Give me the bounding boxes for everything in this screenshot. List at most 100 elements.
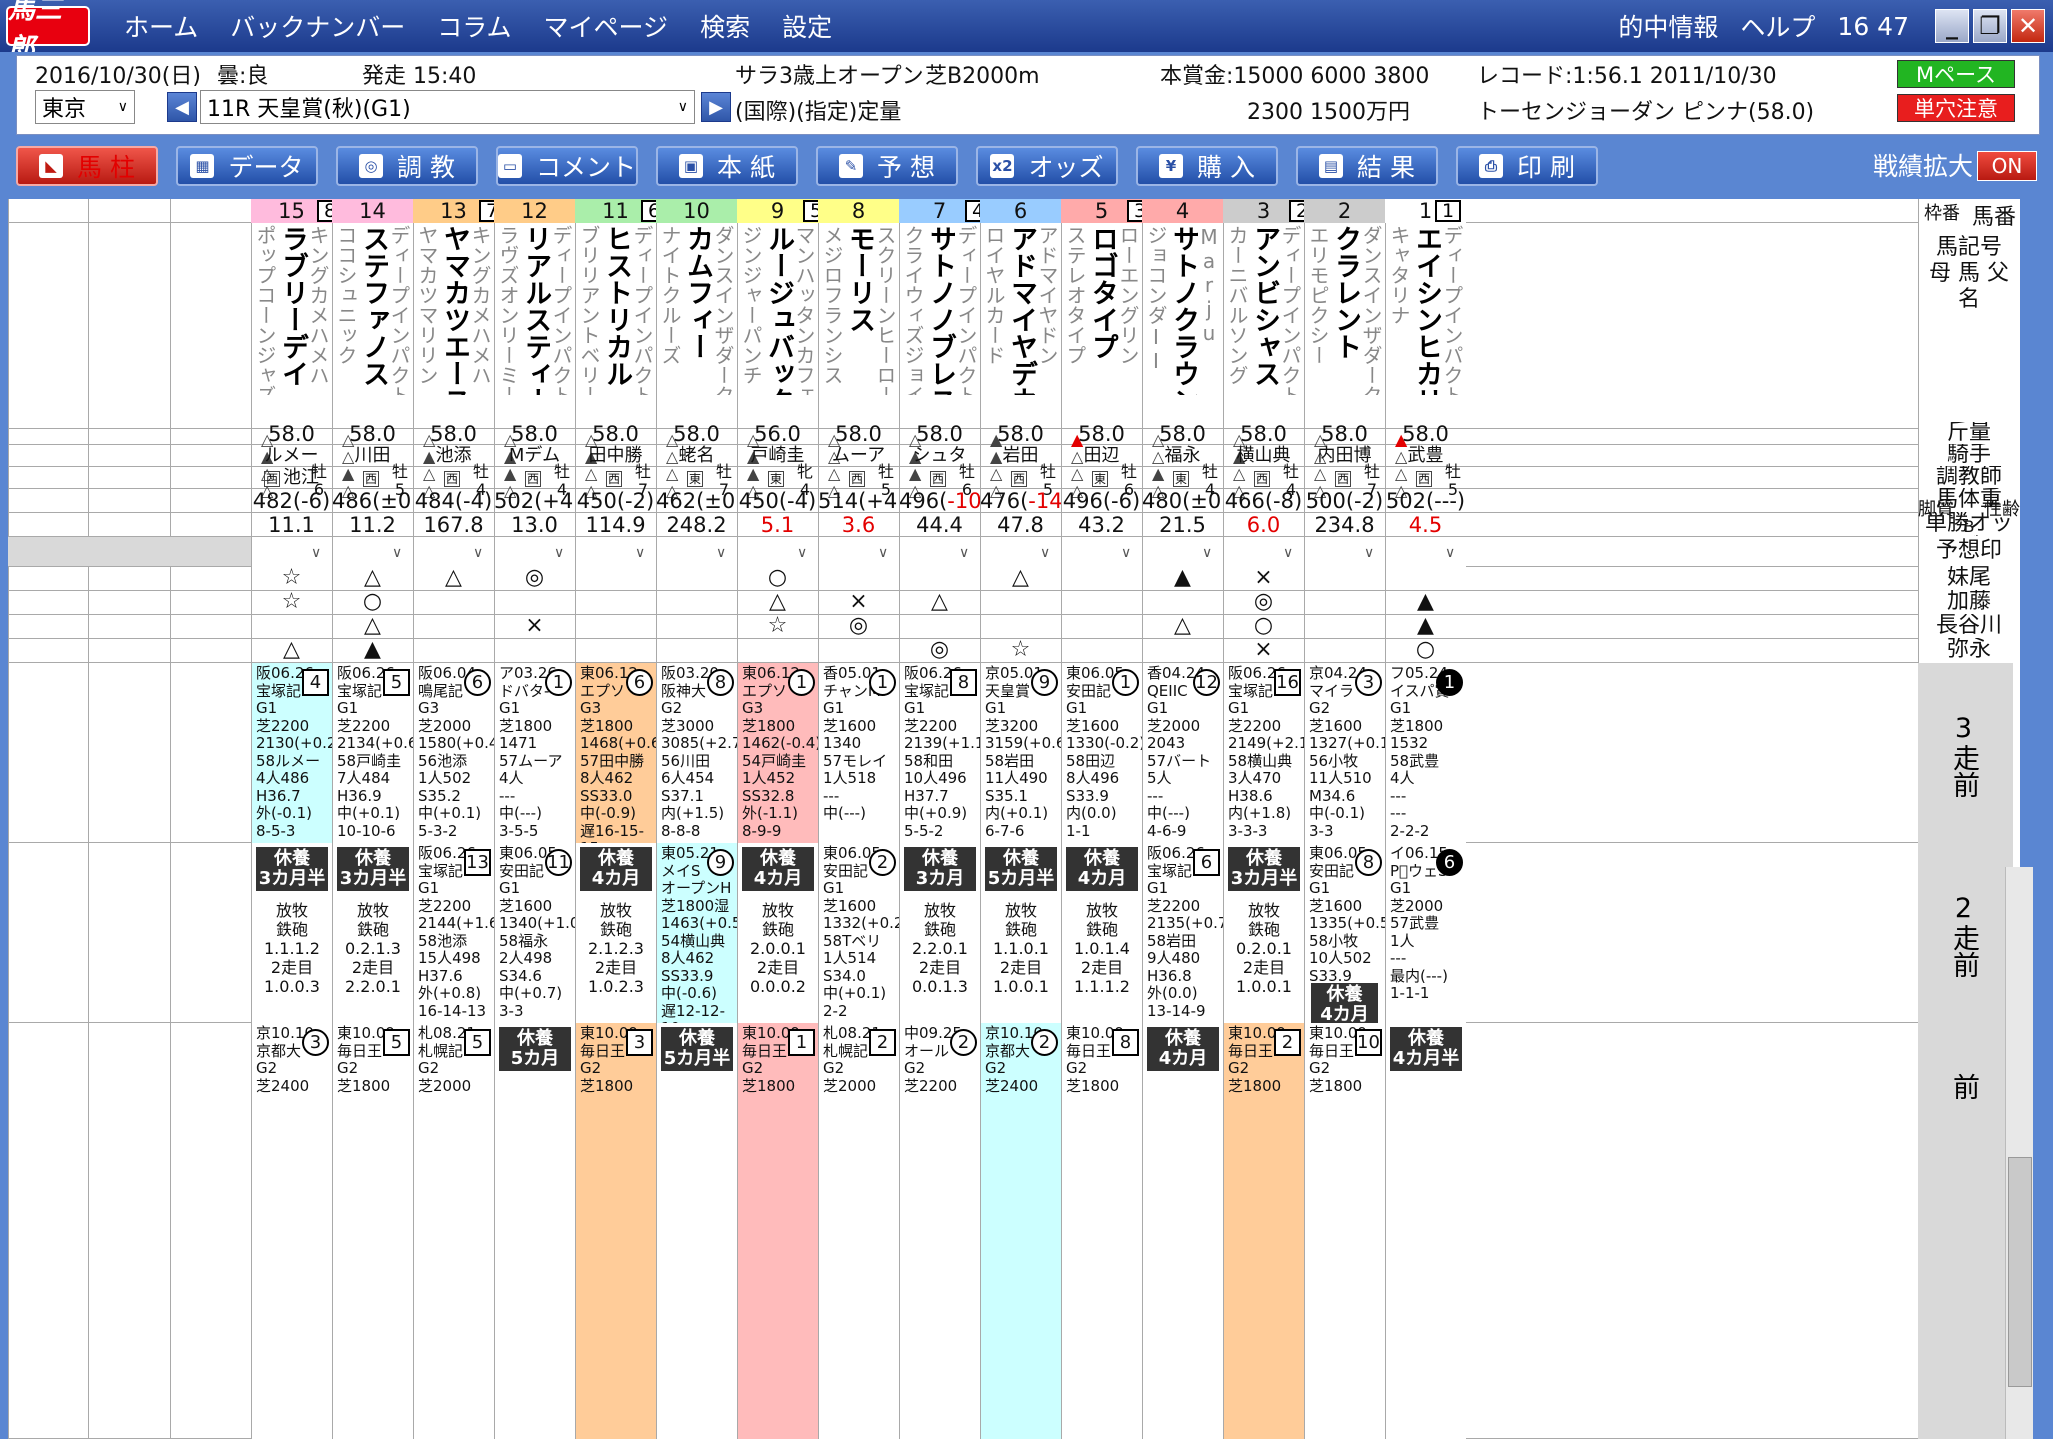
jockey[interactable]: 川田 [332,445,413,467]
horse-name[interactable]: ヤマカツエース [439,225,470,395]
chevron-down-icon[interactable]: ∨ [1121,545,1131,561]
toolbar-button-6[interactable]: x2 オッズ [976,146,1118,186]
horse-name[interactable]: ルージュバック [763,225,794,395]
jockey[interactable]: Mデム [494,445,575,467]
horse-name[interactable]: ラブリーデイ [277,225,308,395]
menu-item[interactable]: コラム [437,8,511,44]
menu-item[interactable]: 検索 [700,8,750,44]
venue-select[interactable]: 東京 ∨ [35,90,135,124]
past-race-cell[interactable]: 阪06.26宝塚記16G1芝22002149(+2.1)58横山典3人470H3… [1224,663,1304,843]
jockey[interactable]: 内田博 [1304,445,1385,467]
horse-name[interactable]: リアルスティール [520,225,551,395]
toolbar-button-0[interactable]: ◣ 馬 柱 [16,146,158,186]
chevron-down-icon[interactable]: ∨ [473,545,483,561]
past-race-cell[interactable]: 東10.09 毎日王 10 G2 芝1800 [1305,1023,1385,1439]
past-race-cell[interactable]: 休養 5カ月半 [657,1023,737,1439]
jockey[interactable]: 蛯名 [656,445,737,467]
next-race-button[interactable]: ▶ [701,92,731,122]
past-race-cell[interactable]: 札08.21 札幌記 2 G2 芝2000 [819,1023,899,1439]
menu-item[interactable]: バックナンバー [230,8,405,44]
chevron-down-icon[interactable]: ∨ [1364,545,1374,561]
hit-info-link[interactable]: 的中情報 [1618,8,1718,44]
past-race-cell[interactable]: イ06.15 P゚ウェS 6 G1 芝2000 57武豊 1人 --- 最内(---) 1-1-1 [1386,843,1466,1023]
jockey[interactable]: 田中勝 [575,445,656,467]
maximize-button[interactable]: ❐ [1973,9,2007,43]
chevron-down-icon[interactable]: ∨ [959,545,969,561]
past-race-cell[interactable]: 休養 3カ月半 放牧 鉄砲 0.2.1.3 2走目 2.2.0.1 [333,843,413,1023]
past-race-cell[interactable]: 東10.09 毎日王 8 G2 芝1800 [1062,1023,1142,1439]
past-race-cell[interactable]: 東06.12エプソ6G3芝18001468(+0.6)57田中勝8人462SS3… [576,663,656,843]
horse-name[interactable]: サトノクラウン [1168,225,1199,395]
zoom-toggle[interactable]: ON [1977,151,2037,181]
past-race-cell[interactable]: 阪06.26宝塚記4G1芝22002130(+0.2)58ルメー4人486H36… [252,663,332,843]
past-race-cell[interactable]: 香04.24 QEIIC 12 G1 芝2000 2043 57バート 5人 --- 中(---)… [1143,663,1223,843]
past-race-cell[interactable]: 京10.10 京都大 3 G2 芝2400 [252,1023,332,1439]
chevron-down-icon[interactable]: ∨ [1040,545,1050,561]
past-race-cell[interactable]: 阪03.20阪神大8G2芝30003085(+2.7)56川田6人454S37.… [657,663,737,843]
past-race-cell[interactable]: 東10.09 毎日王 5 G2 芝1800 [333,1023,413,1439]
past-race-cell[interactable]: 東05.21メイS9オープンH芝1800湿1463(+0.5)54横山典8人46… [657,843,737,1023]
past-race-cell[interactable]: ア03.26 ドバタ- 1 G1 芝1800 1471 57ムーア 4人 --- 中(---) 3-… [495,663,575,843]
horse-name[interactable]: サトノノブレス [925,225,956,395]
chevron-down-icon[interactable]: ∨ [1202,545,1212,561]
horse-name[interactable]: エイシンヒカリ [1411,225,1442,395]
chevron-down-icon[interactable]: ∨ [392,545,402,561]
toolbar-button-8[interactable]: ▤ 結 果 [1296,146,1438,186]
past-race-cell[interactable]: 休養 4カ月 [1143,1023,1223,1439]
past-race-cell[interactable]: 休養 4カ月半 [1386,1023,1466,1439]
past-race-cell[interactable]: フ05.24 イスパ賞 1 G1 芝1800 1532 58武豊 4人 --- --- 2-2-2 [1386,663,1466,843]
toolbar-button-3[interactable]: ▭ コメント [496,146,638,186]
horse-name[interactable]: クラレント [1330,225,1361,395]
chevron-down-icon[interactable]: ∨ [554,545,564,561]
past-race-cell[interactable]: 東10.09 毎日王 3 G2 芝1800 [576,1023,656,1439]
scroll-thumb[interactable] [2008,1157,2032,1387]
past-race-cell[interactable]: 阪06.26宝塚記8G1芝22002139(+1.1)58和田10人496H37… [900,663,980,843]
horse-name[interactable]: ヒストリカル [601,225,632,395]
toolbar-button-2[interactable]: ◎ 調 教 [336,146,478,186]
past-race-cell[interactable]: 京05.01天皇賞9G1芝32003159(+0.6)58岩田11人490S35… [981,663,1061,843]
past-race-cell[interactable]: 休養 4カ月 放牧 鉄砲 2.0.0.1 2走目 0.0.0.2 [738,843,818,1023]
horse-name[interactable]: カムフィー [682,225,713,395]
toolbar-button-4[interactable]: ▣ 本 紙 [656,146,798,186]
toolbar-button-9[interactable]: ⎙ 印 刷 [1456,146,1598,186]
past-race-cell[interactable]: 休養 4カ月 放牧 鉄砲 2.1.2.3 2走目 1.0.2.3 [576,843,656,1023]
help-link[interactable]: ヘルプ [1740,8,1815,44]
past-race-cell[interactable]: 京04.24マイラ3G2芝16001327(+0.1)56小牧11人510M34… [1305,663,1385,843]
horse-name[interactable]: モーリス [844,225,875,395]
chevron-down-icon[interactable]: ∨ [878,545,888,561]
jockey[interactable]: ルメー [251,445,332,467]
chevron-down-icon[interactable]: ∨ [716,545,726,561]
jockey[interactable]: 横山典 [1223,445,1304,467]
past-race-cell[interactable]: 中09.25 オール 2 G2 芝2200 [900,1023,980,1439]
toolbar-button-5[interactable]: ✎ 予 想 [816,146,958,186]
jockey[interactable]: 岩田 [980,445,1061,467]
past-race-cell[interactable]: 東10.09 毎日王 2 G2 芝1800 [1224,1023,1304,1439]
menu-item[interactable]: 設定 [782,8,832,44]
past-race-cell[interactable]: 東06.05安田記11G1芝16001340(+1.0)58福永2人498S34… [495,843,575,1023]
past-race-cell[interactable]: 札08.21 札幌記 5 G2 芝2000 [414,1023,494,1439]
prev-race-button[interactable]: ◀ [167,92,197,122]
past-race-cell[interactable]: 阪06.26宝塚記13G1芝22002144(+1.6)58池添15人498H3… [414,843,494,1023]
jockey[interactable]: 田辺 [1061,445,1142,467]
horse-name[interactable]: ロゴタイプ [1087,225,1118,395]
past-race-cell[interactable]: 休養 3カ月半 放牧 鉄砲 1.1.1.2 2走目 1.0.0.3 [252,843,332,1023]
past-race-cell[interactable]: 東06.12 エプソ 1 G3 芝1800 1462(-0.4) 54戸崎圭 1人452 SS3… [738,663,818,843]
vertical-scrollbar[interactable] [2005,867,2033,1439]
menu-item[interactable]: マイページ [544,8,669,44]
toolbar-button-1[interactable]: ▦ データ [176,146,318,186]
past-race-cell[interactable]: 東06.05 安田記 1 G1 芝1600 1330(-0.2) 58田辺 8人496 S33.… [1062,663,1142,843]
jockey[interactable]: 武豊 [1385,445,1466,467]
past-race-cell[interactable]: 休養 5カ月半 放牧 鉄砲 1.1.0.1 2走目 1.0.0.1 [981,843,1061,1023]
past-race-cell[interactable]: 阪06.04鳴尾記6G3芝20001580(+0.4)56池添1人502S35.… [414,663,494,843]
past-race-cell[interactable]: 休養 3カ月半 放牧 鉄砲 0.2.0.1 2走目 1.0.0.1 [1224,843,1304,1023]
past-race-cell[interactable]: 阪06.26宝塚記5G1芝22002134(+0.6)58戸崎圭7人484H36… [333,663,413,843]
chevron-down-icon[interactable]: ∨ [311,545,321,561]
minimize-button[interactable]: _ [1935,9,1969,43]
chevron-down-icon[interactable]: ∨ [797,545,807,561]
jockey[interactable]: 池添 [413,445,494,467]
jockey[interactable]: 福永 [1142,445,1223,467]
toolbar-button-7[interactable]: ¥ 購 入 [1136,146,1278,186]
past-race-cell[interactable]: 東06.05安田記8G1芝16001335(+0.5)58小牧10人502S33… [1305,843,1385,1023]
horse-name[interactable]: アンビシャス [1249,225,1280,395]
past-race-cell[interactable]: 香05.01 チャンM 1 G1 芝1600 1340 57モレイ 1人518 --- 中(---… [819,663,899,843]
